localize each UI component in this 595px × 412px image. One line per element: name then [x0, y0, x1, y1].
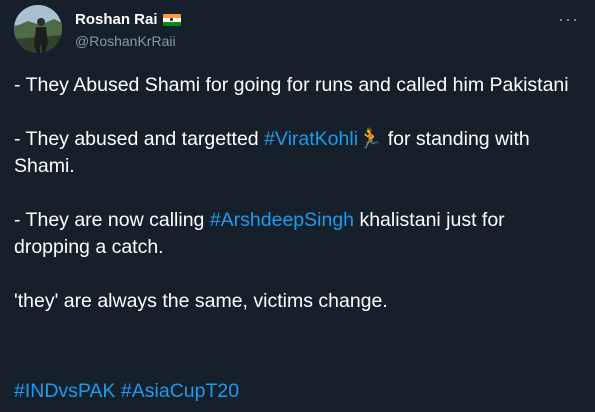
- hashtag-link-viratkohli[interactable]: #ViratKohli: [264, 128, 358, 150]
- tweet-paragraph-4: 'they' are always the same, victims chan…: [14, 290, 388, 312]
- more-options-icon[interactable]: ···: [558, 9, 579, 30]
- hashtag-link-indvspak[interactable]: #INDvsPAK: [14, 380, 116, 402]
- tweet-text-segment: - They abused and targetted: [14, 128, 265, 150]
- hashtag-link-asiacupt20[interactable]: #AsiaCupT20: [121, 380, 239, 402]
- tweet-paragraph-3: - They are now calling #ArshdeepSingh kh…: [14, 207, 580, 261]
- tweet-hashtags: #INDvsPAK #AsiaCupT20: [14, 378, 239, 405]
- avatar[interactable]: [14, 5, 62, 53]
- avatar-photo: [14, 5, 62, 53]
- tweet-paragraph-2: - They abused and targetted #ViratKohli🏃…: [14, 126, 580, 180]
- author-name-row: Roshan Rai: [75, 11, 181, 28]
- tweet-text: - They Abused Shami for going for runs a…: [14, 72, 580, 342]
- tweet-text-segment: - They are now calling: [14, 209, 210, 231]
- running-emoji-icon: 🏃: [358, 128, 383, 150]
- author-handle[interactable]: @RoshanKrRaii: [75, 33, 176, 49]
- author-display-name[interactable]: Roshan Rai: [75, 11, 158, 28]
- india-flag-icon: [162, 13, 181, 26]
- tweet-paragraph-1: - They Abused Shami for going for runs a…: [14, 74, 569, 96]
- tweet-card: Roshan Rai @RoshanKrRaii ··· - They Abus…: [0, 0, 595, 412]
- hashtag-link-arshdeepsingh[interactable]: #ArshdeepSingh: [210, 209, 354, 231]
